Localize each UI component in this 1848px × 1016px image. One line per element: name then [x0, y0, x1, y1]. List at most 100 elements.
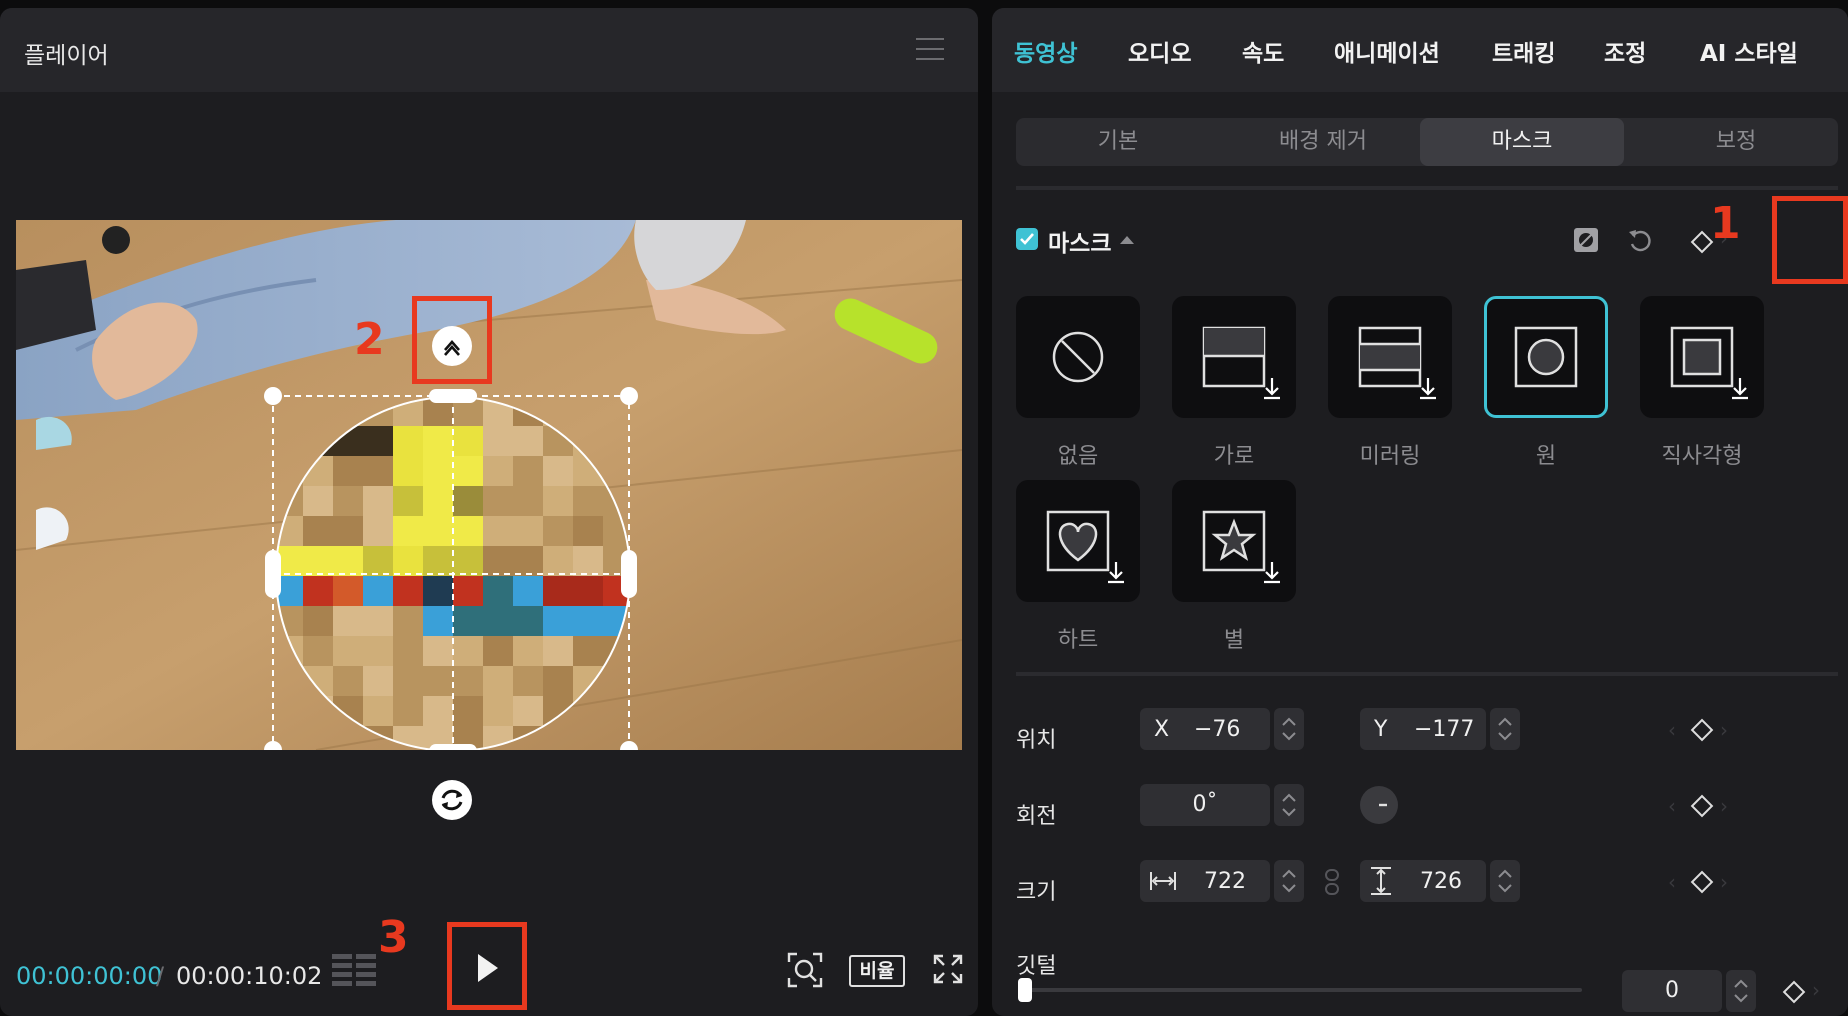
zoom-icon[interactable] — [787, 952, 823, 988]
mosaic-pixel — [423, 546, 453, 576]
subtab-enhance[interactable]: 보정 — [1634, 118, 1838, 166]
player-panel: 플레이어 00:00:00:00 / 00:00:10:02 비율 — [0, 8, 978, 1016]
annotation-number-3: 3 — [378, 912, 409, 963]
shape-heart[interactable] — [1016, 480, 1140, 602]
mosaic-pixel — [453, 636, 483, 666]
mosaic-pixel — [453, 666, 483, 696]
mosaic-pixel — [543, 666, 573, 696]
position-x-field[interactable]: X −76 — [1140, 708, 1270, 750]
position-y-stepper[interactable] — [1490, 708, 1520, 750]
shape-horizontal[interactable] — [1172, 296, 1296, 418]
size-width-field[interactable]: 722 — [1140, 860, 1270, 902]
shape-none[interactable] — [1016, 296, 1140, 418]
mosaic-pixel — [483, 486, 513, 516]
ratio-button[interactable]: 비율 — [849, 955, 905, 987]
rotation-field[interactable]: 0˚ — [1140, 784, 1270, 826]
mosaic-pixel — [543, 456, 573, 486]
mosaic-pixel — [453, 606, 483, 636]
tab-animation[interactable]: 애니메이션 — [1334, 34, 1440, 68]
feather-field[interactable]: 0 — [1622, 970, 1722, 1012]
shape-mirror[interactable] — [1328, 296, 1452, 418]
rotation-dial[interactable] — [1360, 786, 1398, 824]
shape-star[interactable] — [1172, 480, 1296, 602]
mosaic-pixel — [453, 486, 483, 516]
section-divider — [1016, 186, 1838, 190]
next-keyframe-icon[interactable]: › — [1812, 978, 1820, 1002]
mosaic-pixel — [363, 666, 393, 696]
next-keyframe-icon[interactable]: › — [1720, 794, 1728, 818]
mosaic-pixel — [483, 546, 513, 576]
mosaic-pixel — [483, 666, 513, 696]
mosaic-pixel — [513, 696, 543, 726]
size-height-field[interactable]: 726 — [1360, 860, 1486, 902]
mosaic-pixel — [513, 456, 543, 486]
star-mask-icon — [1202, 510, 1280, 584]
size-height-stepper[interactable] — [1490, 860, 1520, 902]
inspector-tabs: 동영상 오디오 속도 애니메이션 트래킹 조정 AI 스타일 — [992, 8, 1848, 92]
subtab-basic[interactable]: 기본 — [1016, 118, 1220, 166]
tab-ai-style[interactable]: AI 스타일 — [1700, 34, 1798, 68]
next-keyframe-icon[interactable]: › — [1720, 718, 1728, 742]
mosaic-pixel — [423, 636, 453, 666]
mosaic-pixel — [333, 636, 363, 666]
timeline-view-icon[interactable] — [332, 954, 376, 988]
height-value: 726 — [1420, 869, 1462, 894]
mosaic-pixel — [513, 516, 543, 546]
shape-rectangle[interactable] — [1640, 296, 1764, 418]
keyframe-position-icon[interactable] — [1690, 718, 1714, 742]
mosaic-pixel — [363, 636, 393, 666]
keyframe-feather-icon[interactable] — [1782, 980, 1806, 1004]
rotation-stepper[interactable] — [1274, 784, 1304, 826]
mosaic-pixel — [513, 426, 543, 456]
shape-circle[interactable] — [1484, 296, 1608, 418]
mask-checkbox[interactable] — [1016, 228, 1038, 250]
mosaic-pixel — [513, 486, 543, 516]
tab-adjust[interactable]: 조정 — [1604, 34, 1646, 68]
tab-audio[interactable]: 오디오 — [1128, 34, 1191, 68]
mosaic-pixel — [303, 576, 333, 606]
prev-keyframe-icon[interactable]: ‹ — [1668, 870, 1676, 894]
mosaic-pixel — [453, 456, 483, 486]
prev-keyframe-icon[interactable]: ‹ — [1668, 718, 1676, 742]
mosaic-pixel — [303, 636, 333, 666]
mosaic-pixel — [303, 486, 333, 516]
tab-video[interactable]: 동영상 — [1014, 34, 1077, 68]
keyframe-size-icon[interactable] — [1690, 870, 1714, 894]
mosaic-pixel — [393, 696, 423, 726]
feather-stepper[interactable] — [1726, 970, 1756, 1012]
position-y-field[interactable]: Y −177 — [1360, 708, 1486, 750]
keyframe-rotation-icon[interactable] — [1690, 794, 1714, 818]
invert-mask-icon[interactable] — [1574, 228, 1598, 252]
fullscreen-icon[interactable] — [933, 954, 963, 984]
mosaic-pixel — [423, 456, 453, 486]
mosaic-pixel — [363, 486, 393, 516]
width-icon — [1150, 872, 1176, 890]
collapse-icon[interactable] — [1120, 236, 1134, 244]
prev-keyframe-icon[interactable]: ‹ — [1668, 794, 1676, 818]
size-width-stepper[interactable] — [1274, 860, 1304, 902]
tab-tracking[interactable]: 트래킹 — [1492, 34, 1555, 68]
mosaic-pixel — [513, 636, 543, 666]
mosaic-pixel — [333, 546, 363, 576]
feather-slider-track[interactable] — [1022, 988, 1582, 992]
current-time: 00:00:00:00 — [16, 962, 163, 990]
mosaic-pixel — [363, 456, 393, 486]
shape-label-mirror: 미러링 — [1359, 444, 1421, 469]
mosaic-pixel — [483, 606, 513, 636]
circle-mask-icon — [1514, 326, 1578, 388]
next-keyframe-icon[interactable]: › — [1720, 870, 1728, 894]
menu-icon[interactable] — [916, 38, 944, 62]
rotate-handle-icon[interactable] — [432, 780, 472, 820]
mosaic-pixel — [393, 606, 423, 636]
position-x-stepper[interactable] — [1274, 708, 1304, 750]
mosaic-pixel — [513, 546, 543, 576]
subtab-mask[interactable]: 마스크 — [1420, 118, 1624, 166]
mosaic-pixel — [573, 576, 603, 606]
mosaic-pixel — [333, 666, 363, 696]
mosaic-pixel — [483, 636, 513, 666]
link-ratio-icon[interactable] — [1322, 868, 1342, 896]
tab-speed[interactable]: 속도 — [1242, 34, 1284, 68]
reset-icon[interactable] — [1626, 226, 1654, 254]
subtab-remove-bg[interactable]: 배경 제거 — [1220, 118, 1426, 166]
feather-slider-thumb[interactable] — [1018, 978, 1032, 1002]
